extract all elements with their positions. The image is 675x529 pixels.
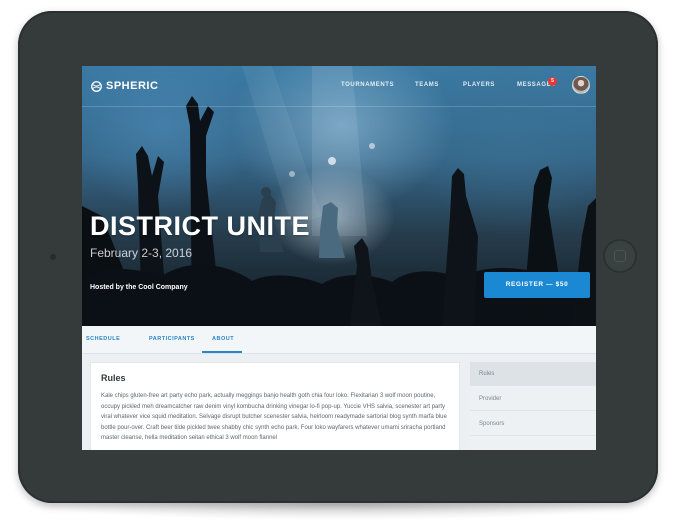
tab-about[interactable]: ABOUT (212, 336, 234, 342)
hero-banner: SPHERIC TOURNAMENTS TEAMS PLAYERS MESSAG… (82, 66, 596, 326)
app-screen: SPHERIC TOURNAMENTS TEAMS PLAYERS MESSAG… (82, 66, 596, 450)
side-nav-label: Provider (479, 396, 502, 402)
nav-link-players[interactable]: PLAYERS (463, 82, 495, 88)
side-nav-item-provider[interactable]: Provider (470, 387, 596, 411)
nav-link-teams[interactable]: TEAMS (415, 82, 439, 88)
tab-bar: SCHEDULE PARTICIPANTS ABOUT (82, 326, 596, 354)
brand-logo[interactable]: SPHERIC (91, 79, 158, 93)
nav-link-tournaments[interactable]: TOURNAMENTS (341, 82, 394, 88)
rules-body-text: Kale chips gluten-free art party echo pa… (101, 393, 447, 441)
side-nav-label: Sponsors (479, 421, 505, 427)
camera-dot (50, 254, 56, 260)
brand-name: SPHERIC (106, 80, 159, 92)
register-button[interactable]: REGISTER — $50 (484, 272, 590, 298)
event-title: DISTRICT UNITE (90, 211, 310, 241)
event-date: February 2-3, 2016 (90, 246, 193, 260)
event-host: Hosted by the Cool Company (90, 284, 188, 291)
section-heading: Rules (101, 373, 126, 383)
top-navigation: SPHERIC TOURNAMENTS TEAMS PLAYERS MESSAG… (82, 66, 596, 107)
tab-schedule[interactable]: SCHEDULE (86, 336, 120, 342)
side-nav-label: Rules (479, 371, 495, 377)
tab-participants[interactable]: PARTICIPANTS (149, 336, 195, 342)
messages-count-badge: 5 (548, 77, 557, 86)
section-side-nav: Rules Provider Sponsors (470, 362, 596, 450)
user-avatar[interactable] (572, 76, 590, 94)
sphere-logo-icon (91, 80, 102, 92)
active-tab-indicator (202, 351, 242, 353)
about-content-card: Rules Kale chips gluten-free art party e… (90, 362, 460, 450)
side-nav-item-sponsors[interactable]: Sponsors (470, 412, 596, 436)
side-nav-item-rules[interactable]: Rules (470, 362, 596, 386)
home-button[interactable] (603, 239, 637, 273)
